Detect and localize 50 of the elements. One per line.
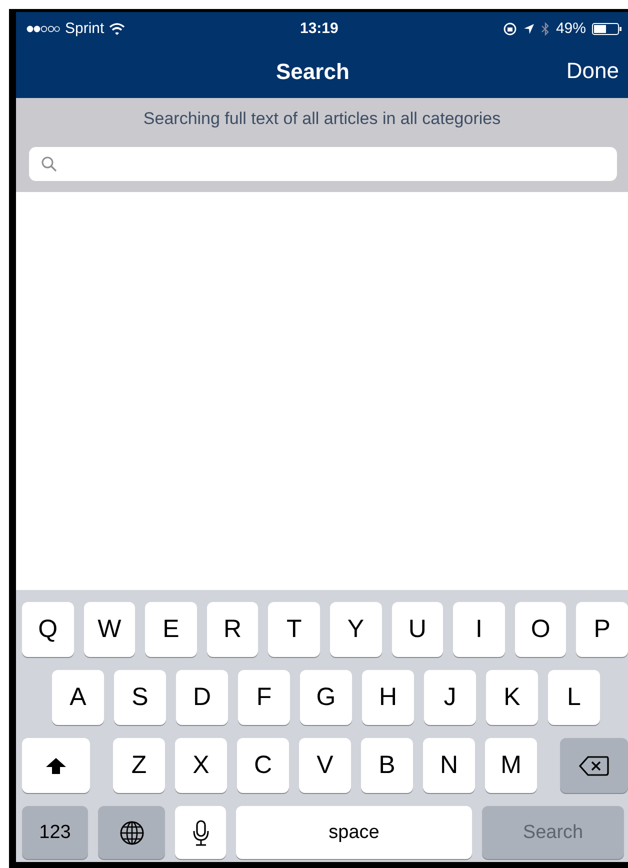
- letter-key[interactable]: D: [176, 670, 228, 725]
- letter-key[interactable]: I: [453, 602, 505, 657]
- letter-key[interactable]: F: [238, 670, 290, 725]
- letter-key[interactable]: Z: [113, 738, 165, 793]
- letter-key[interactable]: G: [300, 670, 352, 725]
- battery-percent: 49%: [556, 20, 586, 37]
- letter-key[interactable]: P: [576, 602, 628, 657]
- letter-key[interactable]: V: [299, 738, 351, 793]
- letter-key[interactable]: O: [514, 602, 566, 657]
- clock: 13:19: [300, 20, 338, 37]
- letter-key[interactable]: A: [52, 670, 104, 725]
- letter-key[interactable]: B: [361, 738, 413, 793]
- letter-key[interactable]: Q: [22, 602, 74, 657]
- done-button[interactable]: Done: [566, 58, 619, 84]
- letter-key[interactable]: L: [548, 670, 600, 725]
- bluetooth-icon: [540, 22, 550, 36]
- backspace-key[interactable]: [560, 738, 628, 793]
- location-arrow-icon: [522, 22, 535, 34]
- space-key[interactable]: space: [236, 806, 472, 859]
- globe-key[interactable]: [98, 806, 165, 859]
- search-scope-caption: Searching full text of all articles in all categories: [143, 109, 501, 129]
- letter-key[interactable]: J: [424, 670, 476, 725]
- carrier-name: Sprint: [65, 20, 104, 37]
- letter-key[interactable]: R: [206, 602, 258, 657]
- search-field[interactable]: [29, 147, 617, 181]
- battery-icon: [592, 22, 622, 34]
- letter-key[interactable]: Y: [330, 602, 382, 657]
- backspace-icon: [579, 756, 609, 776]
- shift-key[interactable]: [22, 738, 90, 793]
- letter-key[interactable]: H: [362, 670, 414, 725]
- letter-key[interactable]: E: [145, 602, 197, 657]
- letter-key[interactable]: M: [485, 738, 537, 793]
- signal-icon: [26, 24, 60, 32]
- microphone-key[interactable]: [175, 806, 226, 859]
- letter-key[interactable]: K: [486, 670, 538, 725]
- letter-key[interactable]: T: [268, 602, 320, 657]
- letter-key[interactable]: W: [84, 602, 136, 657]
- search-icon: [41, 156, 57, 172]
- letter-key[interactable]: U: [392, 602, 444, 657]
- shift-icon: [45, 756, 67, 774]
- letter-key[interactable]: S: [114, 670, 166, 725]
- letter-key[interactable]: N: [423, 738, 475, 793]
- rotation-lock-icon: [502, 22, 517, 36]
- microphone-icon: [192, 820, 208, 846]
- letter-key[interactable]: X: [175, 738, 227, 793]
- numbers-key[interactable]: 123: [22, 806, 88, 859]
- screen-title: Search: [276, 58, 350, 84]
- globe-icon: [118, 820, 144, 846]
- wifi-icon: [109, 22, 126, 34]
- letter-key[interactable]: C: [237, 738, 289, 793]
